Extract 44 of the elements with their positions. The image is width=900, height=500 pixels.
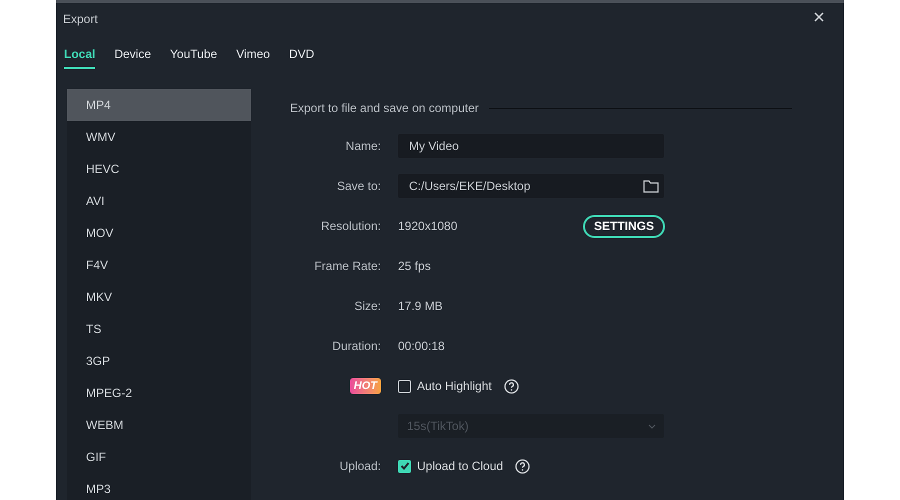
help-icon[interactable] <box>504 378 519 394</box>
format-item[interactable]: WMV <box>67 121 251 153</box>
format-item[interactable]: TS <box>67 313 251 345</box>
close-icon[interactable] <box>814 12 824 22</box>
field-label: Resolution: <box>320 218 381 235</box>
checkbox[interactable] <box>398 460 411 472</box>
help-icon[interactable] <box>515 458 530 474</box>
chevron-down-icon <box>648 424 656 428</box>
field-value: 1920x1080 <box>398 218 458 235</box>
folder-icon[interactable] <box>643 179 659 193</box>
format-item[interactable]: MP3 <box>67 473 251 500</box>
field-value: 25 fps <box>398 258 432 275</box>
tab[interactable]: Vimeo <box>236 45 270 69</box>
field-label: Upload: <box>340 458 381 475</box>
field-label: Size: <box>354 298 381 315</box>
format-item[interactable]: WEBM <box>67 409 251 441</box>
tab[interactable]: Local <box>64 45 96 69</box>
format-item[interactable]: F4V <box>67 249 251 281</box>
hot-badge: HOT <box>350 378 381 394</box>
tab[interactable]: DVD <box>288 45 314 69</box>
field-label: Save to: <box>336 178 381 195</box>
checkbox-label: Upload to Cloud <box>417 458 504 475</box>
format-item[interactable]: GIF <box>67 441 251 473</box>
format-item[interactable]: HEVC <box>67 153 251 185</box>
tab[interactable]: Device <box>114 45 152 69</box>
field-label: Name: <box>346 138 381 155</box>
format-item[interactable]: AVI <box>67 185 251 217</box>
name-field[interactable]: My Video <box>398 134 664 158</box>
field-label: Duration: <box>332 338 381 355</box>
checkbox-label: Auto Highlight <box>417 378 492 395</box>
window-title: Export <box>63 11 98 28</box>
path-field[interactable]: C:/Users/EKE/Desktop <box>398 174 664 198</box>
section-title: Export to file and save on computer <box>290 100 479 117</box>
format-item[interactable]: MP4 <box>67 89 251 121</box>
field-value: 17.9 MB <box>398 298 444 315</box>
format-item[interactable]: MKV <box>67 281 251 313</box>
settings-button[interactable]: SETTINGS <box>583 214 666 238</box>
format-item[interactable]: 3GP <box>67 345 251 377</box>
field-label: Frame Rate: <box>314 258 381 275</box>
checkbox[interactable] <box>398 380 411 392</box>
format-item[interactable]: MOV <box>67 217 251 249</box>
format-item[interactable]: MPEG-2 <box>67 377 251 409</box>
field-value: 00:00:18 <box>398 338 446 355</box>
tab[interactable]: YouTube <box>170 45 218 69</box>
